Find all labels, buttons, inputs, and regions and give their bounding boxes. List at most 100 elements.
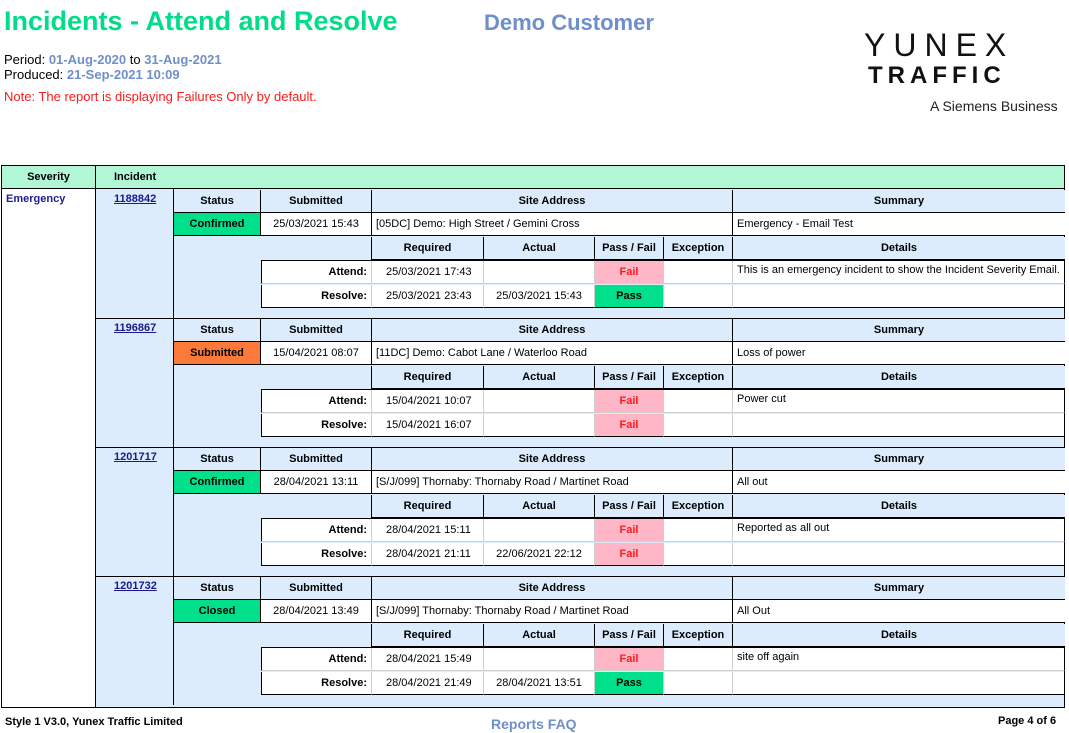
submitted-date: 28/04/2021 13:11 <box>261 471 372 494</box>
header-exception: Exception <box>664 366 733 389</box>
logo-traffic: TRAFFIC <box>868 62 1006 89</box>
header-details: Details <box>733 366 1065 389</box>
attend-result: Fail <box>595 261 664 284</box>
attend-exception <box>664 261 733 284</box>
incident-id-link[interactable]: 1188842 <box>114 193 156 205</box>
row-divider <box>261 260 1065 261</box>
resolve-label: Resolve: <box>261 672 372 695</box>
summary-text: Emergency - Email Test <box>733 213 1065 236</box>
incident-detail-table: Status Submitted Site Address Summary Confir… <box>173 447 1065 576</box>
attend-exception <box>664 519 733 542</box>
status-badge: Closed <box>174 600 261 623</box>
status-badge: Confirmed <box>174 213 261 236</box>
resolve-actual: 28/04/2021 13:51 <box>484 672 595 695</box>
attend-exception <box>664 648 733 671</box>
details-text: site off again <box>733 648 1065 671</box>
attend-actual <box>484 390 595 413</box>
incident-block: 1188842 Status Submitted Site Address Summar… <box>96 189 1065 319</box>
incident-detail-table: Status Submitted Site Address Summary Submit… <box>173 318 1065 447</box>
header-status: Status <box>174 577 261 600</box>
resolve-actual: 22/06/2021 22:12 <box>484 543 595 566</box>
incidents-table: Severity Incident Emergency 1188842 Statu… <box>1 165 1065 708</box>
incident-id-link[interactable]: 1201717 <box>114 451 157 463</box>
produced-label: Produced: <box>4 67 64 82</box>
resolve-label: Resolve: <box>261 543 372 566</box>
details-empty <box>733 285 1065 308</box>
header-actual: Actual <box>484 495 595 518</box>
header-details: Details <box>733 495 1065 518</box>
header-spacer <box>174 495 372 519</box>
period-to-label: to <box>129 52 141 67</box>
submitted-date: 25/03/2021 15:43 <box>261 213 372 236</box>
failures-note: Note: The report is displaying Failures … <box>4 89 317 104</box>
attend-required: 15/04/2021 10:07 <box>372 390 484 413</box>
header-required: Required <box>372 624 484 647</box>
reports-faq-link[interactable]: Reports FAQ <box>491 716 577 732</box>
attend-label: Attend: <box>261 519 372 542</box>
header-actual: Actual <box>484 366 595 389</box>
incident-id-link[interactable]: 1196867 <box>114 322 156 334</box>
severity-column: Emergency <box>2 189 96 707</box>
company-logo: YUNEX TRAFFIC A Siemens Business <box>864 28 1064 114</box>
incident-detail-table: Status Submitted Site Address Summary Closed… <box>173 576 1065 705</box>
details-empty <box>733 543 1065 566</box>
header-summary: Summary <box>733 448 1065 471</box>
period-label: Period: <box>4 52 46 67</box>
resolve-required: 28/04/2021 21:49 <box>372 672 484 695</box>
incident-block: 1201732 Status Submitted Site Address Summar… <box>96 576 1065 705</box>
row-divider <box>261 389 1065 390</box>
header-severity: Severity <box>2 166 96 188</box>
header-site-address: Site Address <box>372 319 733 342</box>
header-spacer <box>174 624 372 648</box>
details-text: This is an emergency incident to show th… <box>733 261 1065 284</box>
attend-actual <box>484 519 595 542</box>
row-divider <box>261 647 1065 648</box>
attend-exception <box>664 390 733 413</box>
attend-result: Fail <box>595 648 664 671</box>
attend-label: Attend: <box>261 261 372 284</box>
resolve-label: Resolve: <box>261 414 372 437</box>
period-from: 01-Aug-2020 <box>48 52 127 67</box>
status-badge: Submitted <box>174 342 261 365</box>
site-address: [S/J/099] Thornaby: Thornaby Road / Mart… <box>372 471 733 494</box>
period-to: 31-Aug-2021 <box>144 52 222 67</box>
attend-label: Attend: <box>261 390 372 413</box>
attend-required: 25/03/2021 17:43 <box>372 261 484 284</box>
header-details: Details <box>733 624 1065 647</box>
header-status: Status <box>174 319 261 342</box>
summary-text: All Out <box>733 600 1065 623</box>
header-spacer <box>174 237 372 261</box>
summary-text: Loss of power <box>733 342 1065 365</box>
report-meta: Period: 01-Aug-2020 to 31-Aug-2021 Produ… <box>4 52 222 82</box>
resolve-result: Fail <box>595 543 664 566</box>
header-required: Required <box>372 366 484 389</box>
produced-value: 21-Sep-2021 10:09 <box>66 67 180 82</box>
details-text: Reported as all out <box>733 519 1065 542</box>
resolve-exception <box>664 543 733 566</box>
resolve-required: 25/03/2021 23:43 <box>372 285 484 308</box>
details-empty <box>733 672 1065 695</box>
header-site-address: Site Address <box>372 448 733 471</box>
incident-block: 1201717 Status Submitted Site Address Summar… <box>96 447 1065 577</box>
incident-id-link[interactable]: 1201732 <box>114 580 157 592</box>
logo-tagline: A Siemens Business <box>930 98 1058 114</box>
header-status: Status <box>174 448 261 471</box>
attend-result: Fail <box>595 519 664 542</box>
resolve-required: 15/04/2021 16:07 <box>372 414 484 437</box>
attend-label: Attend: <box>261 648 372 671</box>
header-submitted: Submitted <box>261 577 372 600</box>
header-submitted: Submitted <box>261 319 372 342</box>
header-site-address: Site Address <box>372 577 733 600</box>
header-site-address: Site Address <box>372 190 733 213</box>
header-status: Status <box>174 190 261 213</box>
resolve-actual: 25/03/2021 15:43 <box>484 285 595 308</box>
header-incident: Incident <box>114 171 157 183</box>
site-address: [05DC] Demo: High Street / Gemini Cross <box>372 213 733 236</box>
details-empty <box>733 414 1065 437</box>
resolve-exception <box>664 672 733 695</box>
attend-required: 28/04/2021 15:11 <box>372 519 484 542</box>
period-line: Period: 01-Aug-2020 to 31-Aug-2021 <box>4 52 222 67</box>
header-submitted: Submitted <box>261 448 372 471</box>
header-submitted: Submitted <box>261 190 372 213</box>
header-spacer <box>174 366 372 390</box>
